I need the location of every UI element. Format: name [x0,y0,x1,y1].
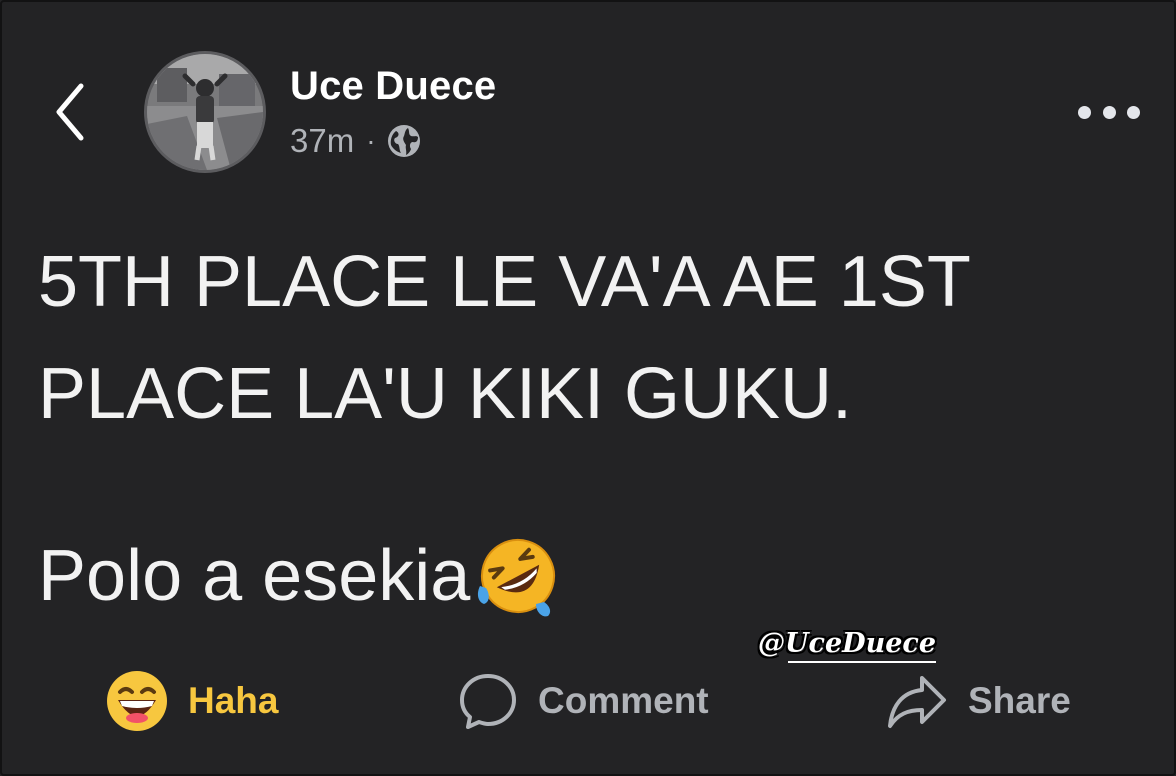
avatar[interactable] [144,51,266,173]
haha-reaction-button[interactable]: Haha [106,666,278,736]
post-text-line-3: Polo a esekia [38,520,562,632]
comment-label: Comment [538,680,709,721]
avatar-photo [147,54,263,170]
author-name[interactable]: Uce Duece [290,64,496,109]
post-meta: 37m · [290,121,422,161]
watermark-text: @UceDuece [758,628,937,659]
haha-emoji [107,671,167,731]
comment-button[interactable]: Comment [458,666,709,736]
share-button[interactable]: Share [886,666,1071,736]
post-text-line-1: 5TH PLACE LE VA'A AE 1ST [38,242,971,322]
share-arrow-icon [888,676,946,728]
more-dot [1102,105,1116,119]
more-dot [1127,105,1140,119]
chevron-left-icon [56,83,84,141]
more-dot [1078,105,1091,119]
share-label: Share [968,680,1071,721]
comment-bubble-icon [460,674,516,729]
globe-icon [387,125,420,157]
rolling-on-floor-laughing-emoji [478,539,556,617]
back-button[interactable] [48,82,92,142]
post-text-line-2: PLACE LA'U KIKI GUKU. [38,354,853,434]
meta-separator: · [366,125,376,156]
watermark: @UceDuece [758,628,937,663]
post-timestamp[interactable]: 37m [290,122,354,160]
watermark-underline [788,661,937,663]
haha-label: Haha [188,680,279,721]
post-body: 5TH PLACE LE VA'A AE 1ST PLACE LA'U KIKI… [38,226,1148,450]
post-text-polo: Polo a esekia [38,536,471,616]
more-options-button[interactable] [1078,92,1140,132]
